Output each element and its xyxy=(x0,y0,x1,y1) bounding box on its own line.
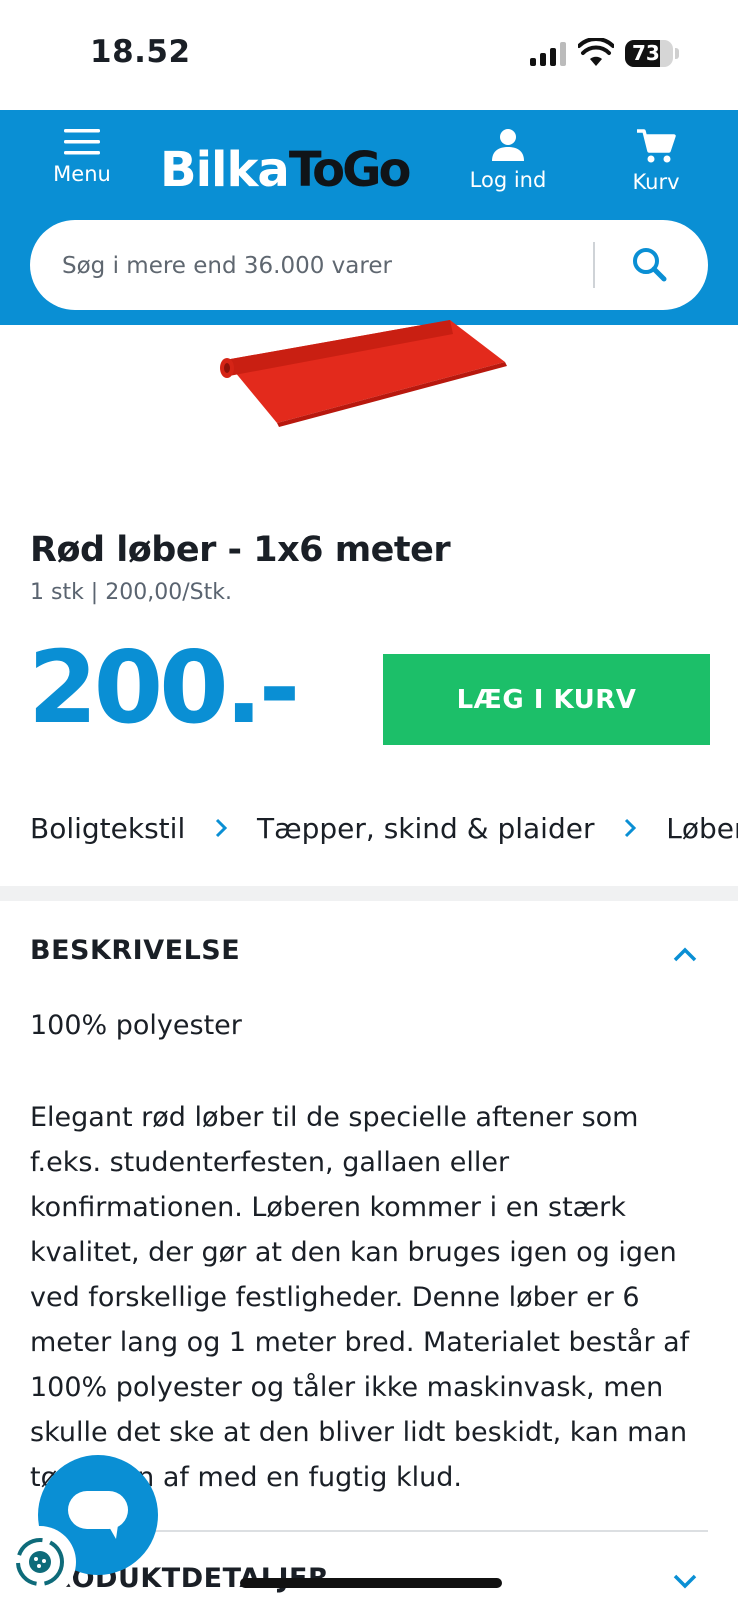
battery-icon: 73 xyxy=(625,40,673,67)
login-label: Log ind xyxy=(469,168,547,192)
section-separator xyxy=(0,886,738,901)
description-heading[interactable]: BESKRIVELSE xyxy=(30,935,240,966)
logo-text-bilka: Bilka xyxy=(160,142,290,198)
search-input[interactable] xyxy=(60,220,604,312)
product-title: Rød løber - 1x6 meter xyxy=(30,530,451,570)
battery-percent: 73 xyxy=(632,41,660,65)
battery-tip xyxy=(675,48,679,59)
product-unit-price: 1 stk | 200,00/Stk. xyxy=(30,580,232,605)
login-button[interactable]: Log ind xyxy=(463,128,553,192)
cart-icon xyxy=(637,129,676,163)
search-icon[interactable] xyxy=(620,235,680,295)
status-time: 18.52 xyxy=(90,34,191,70)
chevron-right-icon xyxy=(625,818,637,838)
chevron-right-icon xyxy=(216,818,228,838)
site-header: Menu BilkaToGo Log ind Kurv xyxy=(0,110,738,325)
product-price: 200.- xyxy=(28,629,300,746)
breadcrumb-item-taepper[interactable]: Tæpper, skind & plaider xyxy=(257,812,594,845)
home-indicator xyxy=(240,1578,502,1588)
user-icon xyxy=(492,129,524,161)
hamburger-menu-icon xyxy=(64,129,100,155)
wifi-icon xyxy=(578,38,614,66)
menu-label: Menu xyxy=(53,162,111,186)
description-material: 100% polyester xyxy=(30,1010,242,1041)
breadcrumb: Boligtekstil Tæpper, skind & plaider Løb… xyxy=(30,810,738,860)
logo-text-togo: ToGo xyxy=(288,142,412,198)
breadcrumb-item-lobere[interactable]: Løbere xyxy=(666,812,738,845)
cart-label: Kurv xyxy=(632,170,680,194)
search-bar xyxy=(30,220,708,312)
breadcrumb-item-boligtekstil[interactable]: Boligtekstil xyxy=(30,812,185,845)
menu-button[interactable]: Menu xyxy=(48,128,116,186)
cookie-settings-icon[interactable] xyxy=(0,1520,78,1600)
cellular-signal-icon xyxy=(530,42,566,66)
search-divider xyxy=(593,242,595,288)
bilkatogo-logo[interactable]: BilkaToGo xyxy=(160,140,412,200)
chevron-up-icon[interactable] xyxy=(670,940,700,970)
chevron-down-icon[interactable] xyxy=(670,1566,700,1596)
description-text: Elegant rød løber til de specielle aften… xyxy=(30,1102,690,1493)
add-to-cart-button[interactable]: LÆG I KURV xyxy=(383,654,710,745)
product-image[interactable] xyxy=(215,318,525,433)
status-bar: 18.52 73 xyxy=(0,0,738,110)
cart-button[interactable]: Kurv xyxy=(622,128,690,194)
